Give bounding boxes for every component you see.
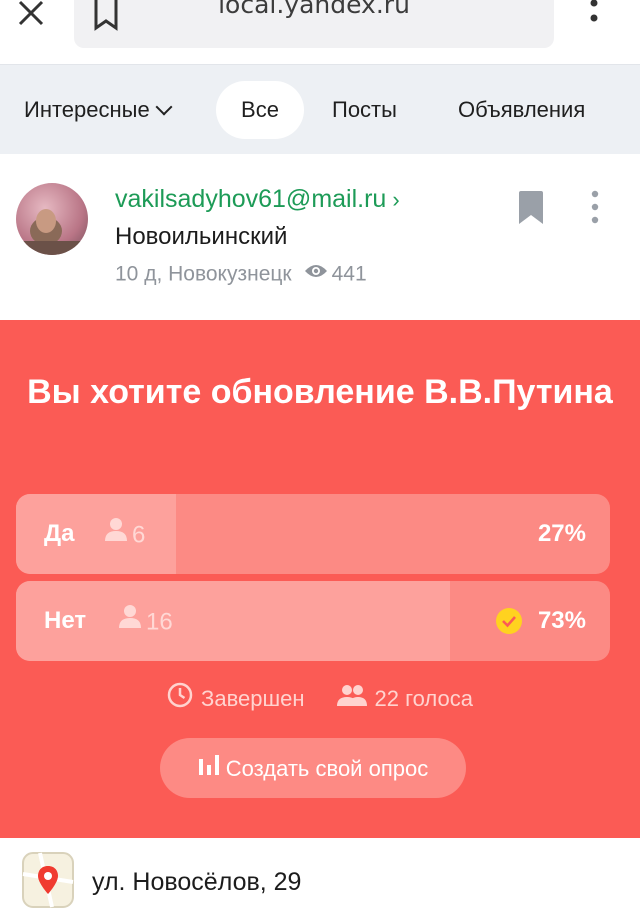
poll-status-text: Завершен bbox=[201, 685, 305, 711]
user-icon bbox=[104, 494, 128, 574]
poll-option-percent: 27% bbox=[537, 520, 586, 547]
tab-interesting[interactable]: Интересные bbox=[24, 81, 173, 139]
tab-posts[interactable]: Посты bbox=[332, 81, 397, 139]
post-header: vakilsadyhov61@mail.ru › Новоильинский 10… bbox=[0, 155, 640, 319]
author-name: vakilsadyhov61@mail.ru bbox=[115, 185, 387, 213]
browser-toolbar: local.yandex.ru bbox=[0, 0, 640, 64]
poll-option-percent: 73% bbox=[537, 607, 586, 634]
post-meta: 10 д, Новокузнецк 441 bbox=[115, 261, 367, 289]
clock-icon bbox=[167, 682, 193, 714]
poll-option-votes: 16 bbox=[118, 581, 173, 661]
district-name: Новоильинский bbox=[115, 223, 288, 250]
poll-title: Вы хотите обновление В.В.Путина bbox=[27, 373, 613, 411]
eye-icon bbox=[304, 261, 328, 285]
feed-tabs: Интересные Все Посты Объявления bbox=[0, 64, 640, 154]
create-poll-label: Создать свой опрос bbox=[225, 755, 429, 781]
vote-count: 6 bbox=[132, 521, 146, 549]
create-poll-button[interactable]: Создать свой опрос bbox=[160, 738, 466, 798]
author-link[interactable]: vakilsadyhov61@mail.ru › bbox=[115, 185, 400, 214]
more-vertical-icon[interactable] bbox=[584, 0, 604, 32]
address-text: ул. Новосёлов, 29 bbox=[92, 868, 302, 896]
address-bar[interactable]: local.yandex.ru bbox=[74, 0, 554, 48]
tab-label: Интересные bbox=[24, 97, 150, 122]
check-circle-icon bbox=[496, 608, 522, 634]
url-text: local.yandex.ru bbox=[218, 0, 410, 19]
tab-ads[interactable]: Объявления bbox=[458, 81, 585, 139]
bar-chart-icon bbox=[198, 738, 220, 798]
post-time-place: 10 д, Новокузнецк bbox=[115, 262, 292, 286]
users-icon bbox=[336, 683, 367, 713]
poll-status: Завершен 22 голоса bbox=[0, 682, 640, 718]
more-vertical-icon[interactable] bbox=[588, 189, 602, 225]
address-row[interactable]: ул. Новосёлов, 29 bbox=[0, 838, 640, 918]
poll-option-fill bbox=[16, 494, 177, 574]
avatar[interactable] bbox=[16, 183, 88, 255]
map-pin-icon bbox=[22, 852, 74, 908]
poll-option-votes: 6 bbox=[104, 494, 145, 574]
poll-option[interactable]: Да 6 27% bbox=[16, 494, 610, 574]
poll-option-label: Нет bbox=[44, 607, 87, 634]
chevron-right-icon: › bbox=[392, 187, 400, 212]
tab-all[interactable]: Все bbox=[216, 81, 304, 139]
poll-option[interactable]: Нет 16 73% bbox=[16, 581, 610, 661]
bookmark-icon[interactable] bbox=[92, 0, 120, 32]
chevron-down-icon bbox=[155, 98, 173, 116]
total-votes: 22 голоса bbox=[374, 685, 473, 711]
close-icon[interactable] bbox=[14, 0, 48, 30]
bookmark-icon[interactable] bbox=[518, 191, 544, 225]
vote-count: 16 bbox=[146, 608, 173, 636]
poll-card: Вы хотите обновление В.В.Путина Да 6 27%… bbox=[0, 320, 640, 838]
user-icon bbox=[118, 581, 142, 661]
poll-option-label: Да bbox=[44, 520, 75, 547]
view-count: 441 bbox=[331, 262, 367, 286]
